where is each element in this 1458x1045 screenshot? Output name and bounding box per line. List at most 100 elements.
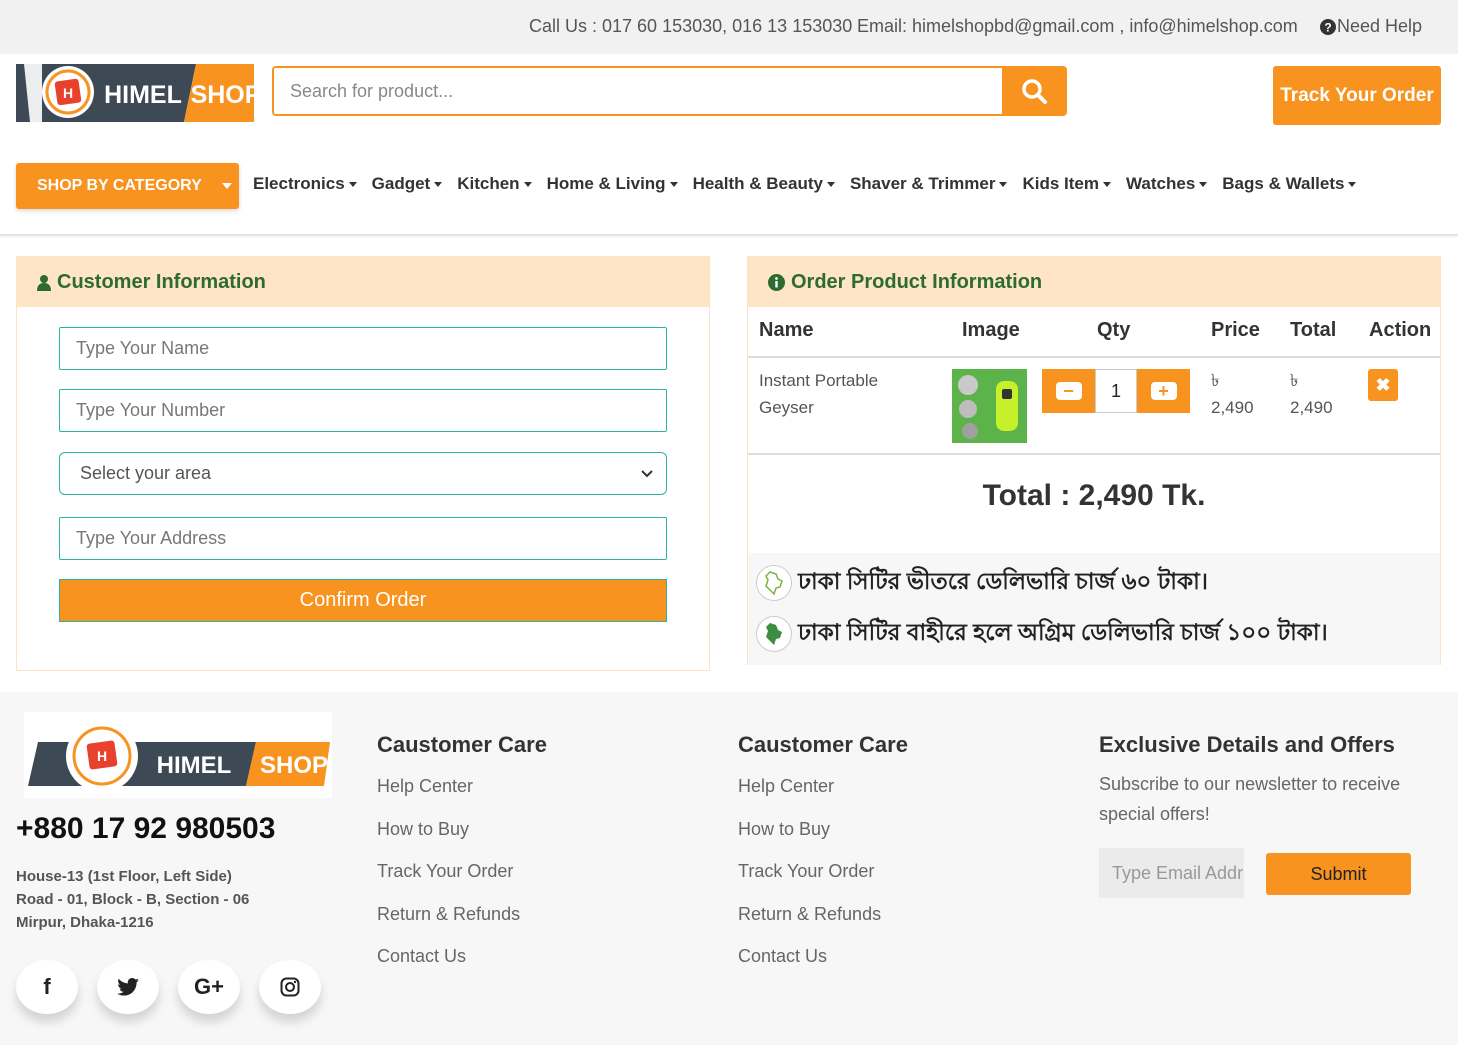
footer-col-customer-care-1: Caustomer Care Help Center How to Buy Tr… bbox=[377, 732, 547, 984]
footer-link-return-refunds[interactable]: Return & Refunds bbox=[738, 899, 908, 942]
caret-down-icon bbox=[1199, 181, 1208, 187]
search-input[interactable] bbox=[274, 68, 1004, 114]
nav-label: Shaver & Trimmer bbox=[849, 174, 996, 193]
footer-link-how-to-buy[interactable]: How to Buy bbox=[738, 814, 908, 857]
search-button[interactable] bbox=[1002, 68, 1065, 114]
address-line: Road - 01, Block - B, Section - 06 bbox=[16, 891, 250, 908]
qty-increase-button[interactable]: + bbox=[1137, 369, 1190, 413]
footer-logo-text-left: HIMEL bbox=[157, 752, 232, 779]
footer-col-title: Caustomer Care bbox=[738, 732, 908, 757]
customer-info-title: Customer Information bbox=[57, 270, 266, 293]
remove-item-button[interactable]: ✖ bbox=[1368, 369, 1398, 401]
caret-down-icon bbox=[1103, 181, 1111, 187]
order-info-panel: Order Product Information Name Image Qty… bbox=[747, 256, 1441, 665]
logo-text-left: HIMEL bbox=[104, 81, 182, 109]
qty-decrease-button[interactable]: − bbox=[1042, 369, 1095, 413]
newsletter-email-input[interactable]: Type Email Address bbox=[1099, 848, 1244, 898]
footer-link-contact-us[interactable]: Contact Us bbox=[738, 941, 908, 984]
nav-item-bags-wallets[interactable]: Bags & Wallets bbox=[1222, 174, 1357, 194]
name-field[interactable]: Type Your Name bbox=[59, 327, 667, 370]
confirm-order-button[interactable]: Confirm Order bbox=[59, 579, 667, 622]
nav-label: Home & Living bbox=[546, 174, 666, 193]
facebook-button[interactable]: f bbox=[16, 960, 78, 1014]
area-select[interactable]: Select your area bbox=[59, 452, 667, 495]
nav-item-kids-item[interactable]: Kids Item bbox=[1022, 174, 1111, 194]
shop-by-category-button[interactable]: SHOP BY CATEGORY bbox=[16, 163, 239, 209]
footer-link-track-order[interactable]: Track Your Order bbox=[738, 856, 908, 899]
address-line: Mirpur, Dhaka-1216 bbox=[16, 914, 154, 931]
price-currency: ৳ bbox=[1211, 371, 1220, 390]
map-icon bbox=[756, 615, 792, 652]
table-divider bbox=[748, 453, 1440, 455]
newsletter-submit-button[interactable]: Submit bbox=[1266, 853, 1411, 895]
col-header-name: Name bbox=[759, 319, 814, 341]
price-value: 2,490 bbox=[1211, 398, 1254, 417]
nav-label: Bags & Wallets bbox=[1222, 174, 1345, 193]
nav-label: Electronics bbox=[253, 174, 345, 193]
total-value: 2,490 bbox=[1290, 398, 1333, 417]
number-field[interactable]: Type Your Number bbox=[59, 389, 667, 432]
chevron-down-icon bbox=[641, 469, 653, 477]
footer-link-help-center[interactable]: Help Center bbox=[377, 771, 547, 814]
delivery-info: ঢাকা সিটির ভীতরে ডেলিভারি চার্জ ৬০ টাকা।… bbox=[748, 553, 1440, 665]
name-placeholder: Type Your Name bbox=[76, 338, 210, 358]
category-nav: Electronics Gadget Kitchen Home & Living… bbox=[253, 174, 1357, 194]
search-icon bbox=[1021, 79, 1047, 104]
col-header-action: Action bbox=[1369, 319, 1432, 341]
caret-down-icon bbox=[221, 183, 232, 189]
instagram-button[interactable] bbox=[259, 960, 321, 1014]
footer-logo[interactable]: H HIMEL SHOP bbox=[24, 712, 332, 798]
col-header-total: Total bbox=[1290, 319, 1337, 341]
delivery-outside-dhaka: ঢাকা সিটির বাহীরে হলে অগ্রিম ডেলিভারি চা… bbox=[756, 614, 1328, 653]
order-info-header: Order Product Information bbox=[748, 257, 1440, 307]
qty-value[interactable]: 1 bbox=[1095, 369, 1137, 413]
google-plus-icon: G+ bbox=[194, 974, 224, 999]
nav-item-electronics[interactable]: Electronics bbox=[253, 174, 357, 194]
caret-down-icon bbox=[434, 181, 443, 187]
newsletter-email-placeholder: Type Email Address bbox=[1112, 862, 1244, 883]
price-cell: ৳ 2,490 bbox=[1211, 367, 1254, 421]
user-icon bbox=[37, 274, 51, 291]
footer-address: House-13 (1st Floor, Left Side) Road - 0… bbox=[16, 865, 249, 934]
caret-down-icon bbox=[1348, 181, 1357, 187]
footer-link-track-order[interactable]: Track Your Order bbox=[377, 856, 547, 899]
customer-info-panel: Customer Information Type Your Name Type… bbox=[16, 256, 710, 671]
header-logo[interactable]: H HIMEL SHOP bbox=[16, 64, 261, 122]
nav-item-health-beauty[interactable]: Health & Beauty bbox=[693, 174, 835, 194]
order-info-title: Order Product Information bbox=[791, 270, 1043, 293]
delivery-outside-text: ঢাকা সিটির বাহীরে হলে অগ্রিম ডেলিভারি চা… bbox=[798, 619, 1328, 645]
twitter-button[interactable] bbox=[97, 960, 159, 1014]
footer-link-help-center[interactable]: Help Center bbox=[738, 771, 908, 814]
delivery-inside-text: ঢাকা সিটির ভীতরে ডেলিভারি চার্জ ৬০ টাকা। bbox=[798, 568, 1208, 594]
logo-text-right: SHOP bbox=[191, 81, 254, 109]
delivery-inside-dhaka: ঢাকা সিটির ভীতরে ডেলিভারি চার্জ ৬০ টাকা। bbox=[756, 563, 1208, 602]
footer-link-return-refunds[interactable]: Return & Refunds bbox=[377, 899, 547, 942]
need-help-link[interactable]: ? Need Help bbox=[1320, 16, 1422, 37]
footer-link-how-to-buy[interactable]: How to Buy bbox=[377, 814, 547, 857]
nav-label: Health & Beauty bbox=[692, 174, 823, 193]
order-grand-total: Total : 2,490 Tk. bbox=[982, 479, 1206, 512]
nav-item-watches[interactable]: Watches bbox=[1126, 174, 1208, 194]
call-us-text: Call Us : 017 60 153030, 016 13 153030 bbox=[529, 16, 853, 36]
footer-col-customer-care-2: Caustomer Care Help Center How to Buy Tr… bbox=[738, 732, 908, 984]
newsletter-text: Subscribe to our newsletter to receive s… bbox=[1099, 774, 1401, 824]
col-header-price: Price bbox=[1211, 319, 1260, 341]
facebook-icon: f bbox=[43, 974, 51, 999]
instagram-icon bbox=[280, 977, 300, 997]
address-field[interactable]: Type Your Address bbox=[59, 517, 667, 560]
nav-item-shaver-trimmer[interactable]: Shaver & Trimmer bbox=[850, 174, 1008, 194]
nav-item-home-living[interactable]: Home & Living bbox=[547, 174, 678, 194]
nav-item-kitchen[interactable]: Kitchen bbox=[457, 174, 532, 194]
nav-label: Gadget bbox=[371, 174, 431, 193]
footer-link-contact-us[interactable]: Contact Us bbox=[377, 941, 547, 984]
twitter-icon bbox=[117, 978, 139, 996]
nav-divider bbox=[0, 234, 1458, 237]
close-icon: ✖ bbox=[1375, 374, 1391, 395]
info-circle-icon bbox=[768, 273, 785, 291]
svg-text:?: ? bbox=[1324, 20, 1331, 34]
track-order-button[interactable]: Track Your Order bbox=[1273, 66, 1441, 125]
caret-down-icon bbox=[669, 181, 678, 187]
footer: H HIMEL SHOP +880 17 92 980503 House-13 … bbox=[0, 692, 1458, 1045]
nav-item-gadget[interactable]: Gadget bbox=[372, 174, 443, 194]
google-plus-button[interactable]: G+ bbox=[178, 960, 240, 1014]
